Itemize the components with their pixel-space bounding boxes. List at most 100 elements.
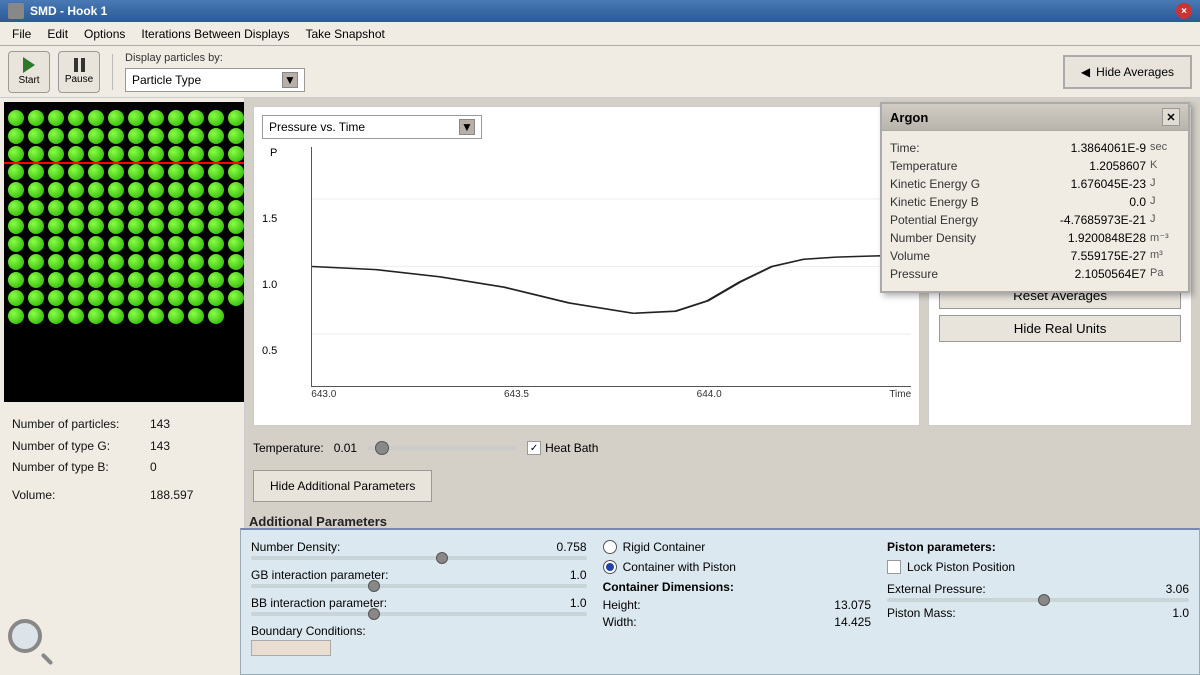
bb-interaction-slider[interactable] bbox=[251, 612, 587, 616]
boundary-conditions-input[interactable] bbox=[251, 640, 331, 656]
particle bbox=[108, 254, 124, 270]
particle bbox=[88, 128, 104, 144]
menu-iterations[interactable]: Iterations Between Displays bbox=[133, 25, 297, 43]
gb-interaction-slider[interactable] bbox=[251, 584, 587, 588]
particle bbox=[168, 110, 184, 126]
particle bbox=[228, 110, 244, 126]
particle-type-dropdown[interactable]: Particle Type ▼ bbox=[125, 68, 305, 92]
chevron-left-icon: ◀ bbox=[1081, 65, 1090, 79]
piston-col: Piston parameters: Lock Piston Position … bbox=[887, 540, 1189, 664]
particle bbox=[148, 128, 164, 144]
particle bbox=[68, 164, 84, 180]
particle bbox=[188, 182, 204, 198]
argon-row-time: Time: 1.3864061E-9 sec bbox=[890, 139, 1180, 157]
particle bbox=[168, 146, 184, 162]
particle bbox=[28, 254, 44, 270]
argon-row-kine-b: Kinetic Energy B 0.0 J bbox=[890, 193, 1180, 211]
particle bbox=[168, 290, 184, 306]
radio-icon-rigid bbox=[603, 540, 617, 554]
number-density-row: Number Density: 0.758 bbox=[251, 540, 587, 560]
particle bbox=[108, 128, 124, 144]
close-button[interactable]: × bbox=[1176, 3, 1192, 19]
particle bbox=[228, 182, 244, 198]
particle bbox=[188, 272, 204, 288]
particle bbox=[148, 182, 164, 198]
particle bbox=[68, 146, 84, 162]
particle bbox=[168, 272, 184, 288]
menu-file[interactable]: File bbox=[4, 25, 39, 43]
particle bbox=[8, 218, 24, 234]
particle bbox=[188, 308, 204, 324]
container-piston-radio[interactable]: Container with Piston bbox=[603, 560, 871, 574]
particle bbox=[148, 254, 164, 270]
particle bbox=[68, 182, 84, 198]
particle bbox=[8, 236, 24, 252]
bb-interaction-row: BB interaction parameter: 1.0 bbox=[251, 596, 587, 616]
particle bbox=[128, 308, 144, 324]
particle bbox=[188, 164, 204, 180]
menu-edit[interactable]: Edit bbox=[39, 25, 76, 43]
argon-panel: Argon ✕ Time: 1.3864061E-9 sec Temperatu… bbox=[880, 102, 1190, 293]
particle bbox=[188, 200, 204, 216]
particle bbox=[28, 218, 44, 234]
menu-options[interactable]: Options bbox=[76, 25, 133, 43]
display-by-section: Display particles by: Particle Type ▼ bbox=[125, 52, 305, 92]
particle bbox=[88, 146, 104, 162]
particle bbox=[208, 236, 224, 252]
argon-panel-header: Argon ✕ bbox=[882, 104, 1188, 131]
particle bbox=[68, 200, 84, 216]
particle bbox=[168, 182, 184, 198]
lock-piston-checkbox[interactable] bbox=[887, 560, 901, 574]
particle bbox=[148, 200, 164, 216]
additional-params-title: Additional Parameters bbox=[249, 514, 387, 529]
particle bbox=[148, 218, 164, 234]
temperature-section: Temperature: 0.01 ✓ Heat Bath bbox=[253, 434, 1192, 462]
argon-row-pressure: Pressure 2.1050564E7 Pa bbox=[890, 265, 1180, 283]
particle bbox=[128, 128, 144, 144]
simulation-canvas bbox=[4, 102, 244, 402]
particle bbox=[208, 308, 224, 324]
simulation-panel: Number of particles: 143 Number of type … bbox=[0, 98, 245, 675]
checkbox-icon: ✓ bbox=[527, 441, 541, 455]
temperature-slider[interactable] bbox=[367, 438, 517, 458]
hide-averages-button[interactable]: ◀ Hide Averages bbox=[1063, 55, 1192, 89]
pause-button[interactable]: Pause bbox=[58, 51, 100, 93]
particle bbox=[48, 200, 64, 216]
lock-piston-row[interactable]: Lock Piston Position bbox=[887, 560, 1189, 574]
dropdown-arrow-icon: ▼ bbox=[282, 72, 298, 88]
particle bbox=[88, 308, 104, 324]
particle bbox=[88, 200, 104, 216]
hide-additional-params-button[interactable]: Hide Additional Parameters bbox=[253, 470, 432, 502]
particle bbox=[188, 128, 204, 144]
particle bbox=[68, 110, 84, 126]
chart-type-dropdown[interactable]: Pressure vs. Time ▼ bbox=[262, 115, 482, 139]
magnifier-icon[interactable] bbox=[8, 619, 56, 667]
particle bbox=[8, 308, 24, 324]
particle bbox=[28, 236, 44, 252]
particle bbox=[208, 164, 224, 180]
external-pressure-slider[interactable] bbox=[887, 598, 1189, 602]
particle bbox=[148, 290, 164, 306]
argon-row-ndensity: Number Density 1.9200848E28 m⁻³ bbox=[890, 229, 1180, 247]
particle bbox=[128, 110, 144, 126]
hide-real-units-button[interactable]: Hide Real Units bbox=[939, 315, 1181, 342]
start-button[interactable]: Start bbox=[8, 51, 50, 93]
argon-title: Argon bbox=[890, 110, 928, 125]
app-icon bbox=[8, 3, 24, 19]
container-col: Rigid Container Container with Piston Co… bbox=[603, 540, 871, 664]
particle bbox=[68, 290, 84, 306]
particle bbox=[8, 146, 24, 162]
particle bbox=[128, 290, 144, 306]
particle bbox=[228, 218, 244, 234]
argon-close-button[interactable]: ✕ bbox=[1162, 108, 1180, 126]
particle bbox=[128, 254, 144, 270]
particle bbox=[88, 110, 104, 126]
rigid-container-radio[interactable]: Rigid Container bbox=[603, 540, 871, 554]
particle bbox=[28, 200, 44, 216]
simulation-stats: Number of particles: 143 Number of type … bbox=[0, 406, 244, 514]
menu-snapshot[interactable]: Take Snapshot bbox=[297, 25, 392, 43]
heat-bath-checkbox[interactable]: ✓ Heat Bath bbox=[527, 441, 598, 455]
piston-mass-row: Piston Mass: 1.0 bbox=[887, 606, 1189, 620]
number-density-slider[interactable] bbox=[251, 556, 587, 560]
particle bbox=[208, 146, 224, 162]
